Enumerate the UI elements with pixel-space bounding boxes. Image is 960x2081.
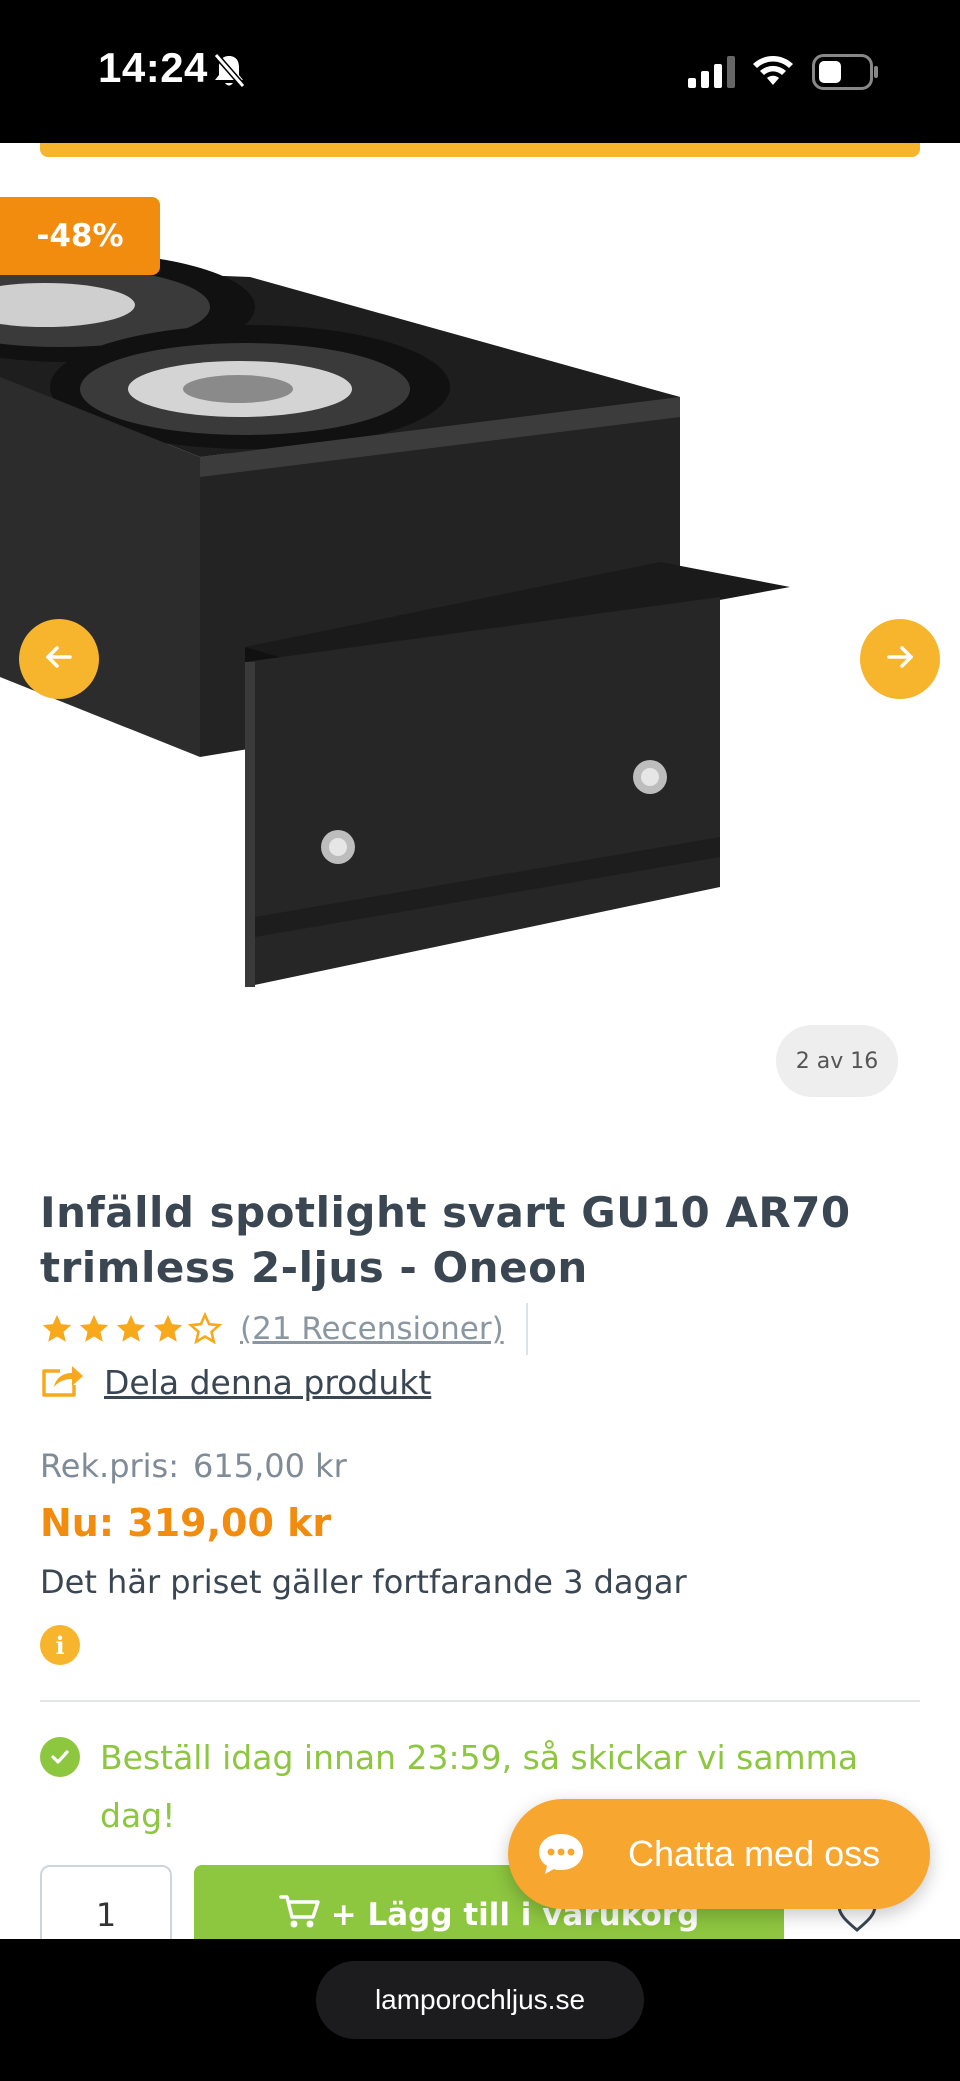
product-title: Infälld spotlight svart GU10 AR70 trimle… (40, 1188, 851, 1292)
url-field[interactable]: lamporochljus.se (316, 1961, 644, 2039)
star-half-icon (188, 1312, 222, 1345)
header-bar-edge (40, 143, 920, 157)
share-icon (40, 1361, 86, 1403)
wifi-icon (752, 53, 794, 91)
check-circle-icon (40, 1737, 80, 1777)
browser-url-bar: lamporochljus.se (0, 1939, 960, 2081)
chat-bubble-icon (536, 1831, 586, 1881)
share-label: Dela denna produkt (104, 1362, 432, 1402)
product-page: -48% 2 av 16 Infälld spotlight svart GU1… (0, 143, 960, 1939)
status-bar: 14:24 (0, 0, 960, 143)
star-full-icon (79, 1314, 109, 1342)
product-gallery[interactable]: -48% 2 av 16 (0, 157, 960, 1157)
section-divider (40, 1700, 920, 1702)
gallery-next-button[interactable] (860, 619, 940, 699)
gallery-counter: 2 av 16 (776, 1025, 898, 1097)
discount-badge: -48% (0, 197, 160, 275)
arrow-right-icon (883, 640, 917, 678)
star-full-icon (42, 1314, 72, 1342)
recommended-price: Rek.pris: 615,00 kr (40, 1447, 347, 1485)
status-time: 14:24 (98, 44, 208, 91)
star-full-icon (116, 1314, 146, 1342)
bell-slash-icon (212, 52, 246, 94)
signal-icon (688, 56, 736, 92)
product-image (0, 252, 790, 987)
reviews-link[interactable]: (21 Recensioner) (240, 1311, 504, 1347)
current-price: Nu: 319,00 kr (40, 1501, 332, 1545)
recommended-price-value: 615,00 kr (193, 1447, 347, 1485)
rating-divider (525, 1303, 528, 1355)
price-validity: Det här priset gäller fortfarande 3 daga… (40, 1563, 687, 1601)
rating-row: (21 Recensioner) (40, 1303, 528, 1355)
recommended-price-label: Rek.pris: (40, 1447, 179, 1485)
gallery-prev-button[interactable] (19, 619, 99, 699)
arrow-left-icon (42, 640, 76, 678)
star-full-icon (153, 1314, 183, 1342)
share-product-link[interactable]: Dela denna produkt (40, 1361, 431, 1403)
chat-widget-button[interactable]: Chatta med oss (508, 1799, 930, 1909)
quantity-input[interactable]: 1 (40, 1865, 172, 1939)
cart-icon (278, 1893, 321, 1937)
star-rating (40, 1312, 222, 1346)
chat-label: Chatta med oss (628, 1833, 881, 1874)
battery-icon (812, 54, 880, 94)
info-icon[interactable]: i (40, 1625, 80, 1665)
